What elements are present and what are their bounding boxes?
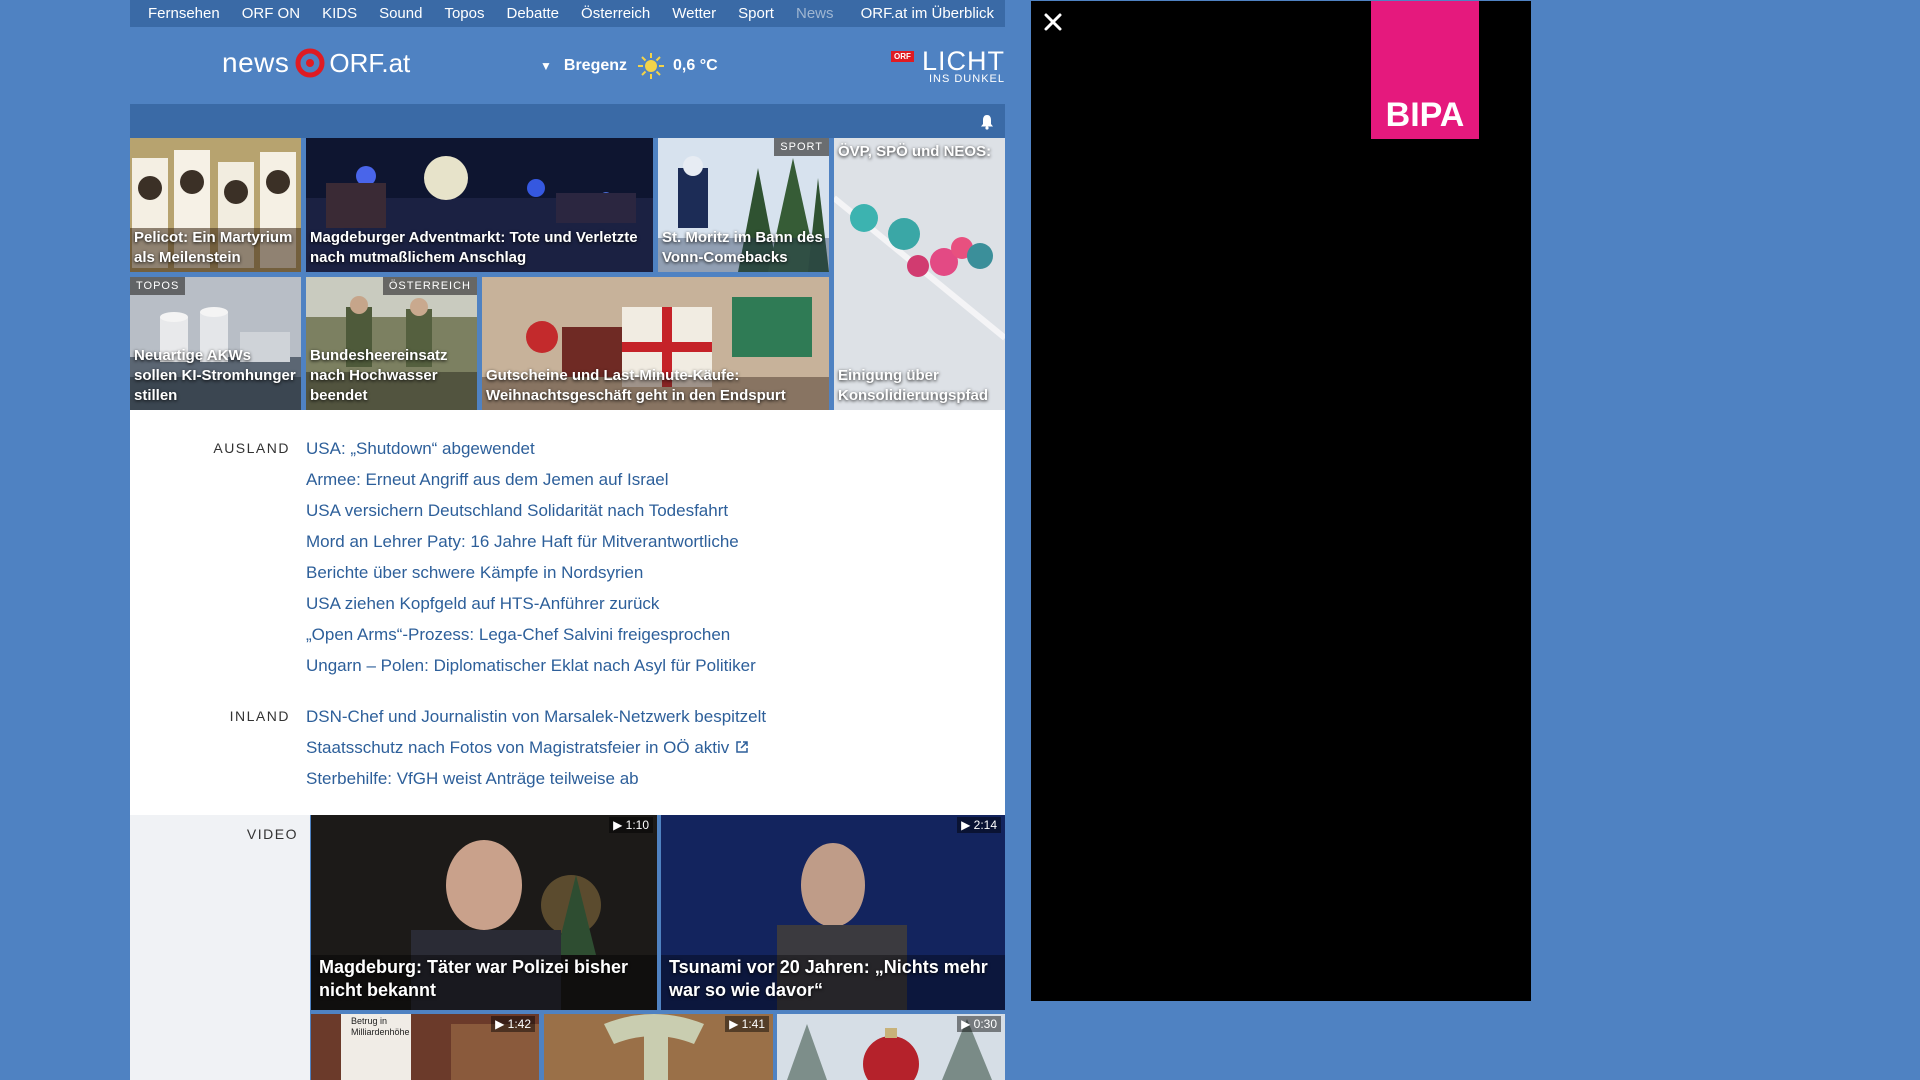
section-label-ausland: AUSLAND [213, 440, 290, 456]
dropdown-triangle-icon: ▼ [540, 59, 552, 73]
news-tile[interactable]: Magdeburger Adventmarkt: Tote und Verlet… [306, 138, 653, 272]
ausland-news-list: USA: „Shutdown“ abgewendet Armee: Erneut… [306, 438, 756, 686]
video-duration: ▶ 1:10 [609, 817, 653, 833]
tile-title: Magdeburger Adventmarkt: Tote und Verlet… [310, 229, 638, 266]
news-tile[interactable]: Pelicot: Ein Martyrium als Meilenstein [130, 138, 301, 272]
video-title: Magdeburg: Täter war Polizei bisher nich… [319, 957, 629, 1000]
news-tile[interactable]: ÖSTERREICH Bundesheereinsatz nach Hochwa… [306, 277, 477, 410]
list-item: Ungarn – Polen: Diplomatischer Eklat nac… [306, 655, 756, 686]
news-link[interactable]: Mord an Lehrer Paty: 16 Jahre Haft für M… [306, 532, 739, 551]
nav-item-orf-on[interactable]: ORF ON [231, 5, 311, 22]
tile-title: St. Moritz im Bann des Vonn-Comebacks [662, 229, 823, 266]
news-link[interactable]: Armee: Erneut Angriff aus dem Jemen auf … [306, 470, 669, 489]
news-link[interactable]: USA: „Shutdown“ abgewendet [306, 439, 535, 458]
weather-temperature: 0,6 °C [673, 57, 718, 74]
news-orf-logo[interactable]: news ORF.at [222, 47, 410, 79]
orf-eye-icon [295, 48, 325, 78]
list-item: Armee: Erneut Angriff aus dem Jemen auf … [306, 469, 756, 500]
tile-title: Einigung über Konsolidierungspfad [838, 367, 988, 404]
sun-icon [638, 53, 665, 79]
nav-item-overview[interactable]: ORF.at im Überblick [850, 5, 1005, 22]
nav-item-debatte[interactable]: Debatte [495, 5, 570, 22]
close-icon[interactable] [1041, 10, 1065, 34]
weather-widget[interactable]: ▼ Bregenz 0,6 °C [540, 52, 718, 80]
news-link[interactable]: Sterbehilfe: VfGH weist Anträge teilweis… [306, 769, 639, 788]
video-tile[interactable]: ▶ 0:30 [777, 1014, 1005, 1080]
video-duration: ▶ 0:30 [957, 1016, 1001, 1032]
news-tile[interactable]: Gutscheine und Last-Minute-Käufe: Weihna… [482, 277, 829, 410]
list-item: USA: „Shutdown“ abgewendet [306, 438, 756, 469]
nav-item-wetter[interactable]: Wetter [661, 5, 727, 22]
list-item: Berichte über schwere Kämpfe in Nordsyri… [306, 562, 756, 593]
list-item: USA versichern Deutschland Solidarität n… [306, 500, 756, 531]
nav-item-kids[interactable]: KIDS [311, 5, 368, 22]
external-link-icon [736, 741, 749, 753]
tile-title: Neuartige AKWs sollen KI-Stromhunger sti… [134, 347, 296, 404]
news-list-section: AUSLAND USA: „Shutdown“ abgewendet Armee… [130, 410, 1005, 815]
video-title: Tsunami vor 20 Jahren: „Nichts mehr war … [669, 957, 988, 1000]
licht-ins-dunkel-logo[interactable]: ORF LICHT INS DUNKEL [890, 46, 1005, 85]
site-header: news ORF.at ▼ Bregenz 0,6 °C ORF LICHT I… [130, 27, 1005, 104]
video-duration: ▶ 2:14 [957, 817, 1001, 833]
inland-news-list: DSN-Chef und Journalistin von Marsalek-N… [306, 706, 766, 799]
section-label-video: VIDEO [246, 826, 298, 842]
video-tile[interactable]: ▶ 1:10 Magdeburg: Täter war Polizei bish… [311, 815, 657, 1010]
news-link[interactable]: Staatsschutz nach Fotos von Magistratsfe… [306, 738, 729, 757]
nav-item-topos[interactable]: Topos [433, 5, 495, 22]
advertisement-panel[interactable]: BIPA [1031, 1, 1531, 1001]
news-tile[interactable]: ÖVP, SPÖ und NEOS: Einigung über Konsoli… [834, 138, 1005, 410]
news-link[interactable]: Ungarn – Polen: Diplomatischer Eklat nac… [306, 656, 756, 675]
list-item: Sterbehilfe: VfGH weist Anträge teilweis… [306, 768, 766, 799]
tile-title: Gutscheine und Last-Minute-Käufe: Weihna… [486, 367, 786, 404]
bipa-logo-text: BIPA [1385, 96, 1465, 134]
nav-item-oesterreich[interactable]: Österreich [570, 5, 661, 22]
top-navigation: Fernsehen ORF ON KIDS Sound Topos Debatt… [130, 0, 1005, 27]
list-item: USA ziehen Kopfgeld auf HTS-Anführer zur… [306, 593, 756, 624]
nav-item-fernsehen[interactable]: Fernsehen [130, 5, 231, 22]
tile-title: ÖVP, SPÖ und NEOS: [838, 143, 992, 160]
licht-title: LICHT [921, 46, 1005, 76]
list-item: „Open Arms“-Prozess: Lega-Chef Salvini f… [306, 624, 756, 655]
licht-subtitle: INS DUNKEL [928, 73, 1005, 85]
news-tile[interactable]: SPORT St. Moritz im Bann des Vonn-Comeba… [658, 138, 829, 272]
tile-category-tag: SPORT [774, 138, 829, 156]
section-label-inland: INLAND [229, 708, 290, 724]
nav-item-sound[interactable]: Sound [368, 5, 433, 22]
tile-title: Bundesheereinsatz nach Hochwasser beende… [310, 347, 448, 404]
video-overlay-text: Betrug in Milliardenhöhe [351, 1016, 410, 1037]
nav-item-sport[interactable]: Sport [727, 5, 785, 22]
news-link[interactable]: USA ziehen Kopfgeld auf HTS-Anführer zur… [306, 594, 659, 613]
list-item: Staatsschutz nach Fotos von Magistratsfe… [306, 737, 766, 768]
news-link[interactable]: „Open Arms“-Prozess: Lega-Chef Salvini f… [306, 625, 730, 644]
logo-orf-text: ORF.at [329, 47, 411, 78]
notification-bar [130, 104, 1005, 138]
video-duration: ▶ 1:41 [725, 1016, 769, 1032]
bipa-logo[interactable]: BIPA [1371, 1, 1479, 139]
news-link[interactable]: DSN-Chef und Journalistin von Marsalek-N… [306, 707, 766, 726]
list-item: DSN-Chef und Journalistin von Marsalek-N… [306, 706, 766, 737]
news-link[interactable]: USA versichern Deutschland Solidarität n… [306, 501, 728, 520]
orf-tag: ORF [890, 51, 914, 62]
news-tile[interactable]: TOPOS Neuartige AKWs sollen KI-Stromhung… [130, 277, 301, 410]
weather-location: Bregenz [563, 57, 628, 74]
tile-title: Pelicot: Ein Martyrium als Meilenstein [134, 229, 293, 266]
video-tile[interactable]: Betrug in Milliardenhöhe ▶ 1:42 [311, 1014, 539, 1080]
bell-icon[interactable] [980, 114, 994, 130]
tile-category-tag: ÖSTERREICH [382, 277, 477, 295]
nav-item-news[interactable]: News [785, 5, 845, 22]
video-section-sidebar: VIDEO [130, 815, 310, 1080]
video-tile[interactable]: ▶ 2:14 Tsunami vor 20 Jahren: „Nichts me… [661, 815, 1005, 1010]
tile-category-tag: TOPOS [130, 277, 186, 295]
logo-news-text: news [222, 47, 290, 78]
video-duration: ▶ 1:42 [491, 1016, 535, 1032]
news-link[interactable]: Berichte über schwere Kämpfe in Nordsyri… [306, 563, 643, 582]
list-item: Mord an Lehrer Paty: 16 Jahre Haft für M… [306, 531, 756, 562]
video-tile[interactable]: ▶ 1:41 [544, 1014, 773, 1080]
